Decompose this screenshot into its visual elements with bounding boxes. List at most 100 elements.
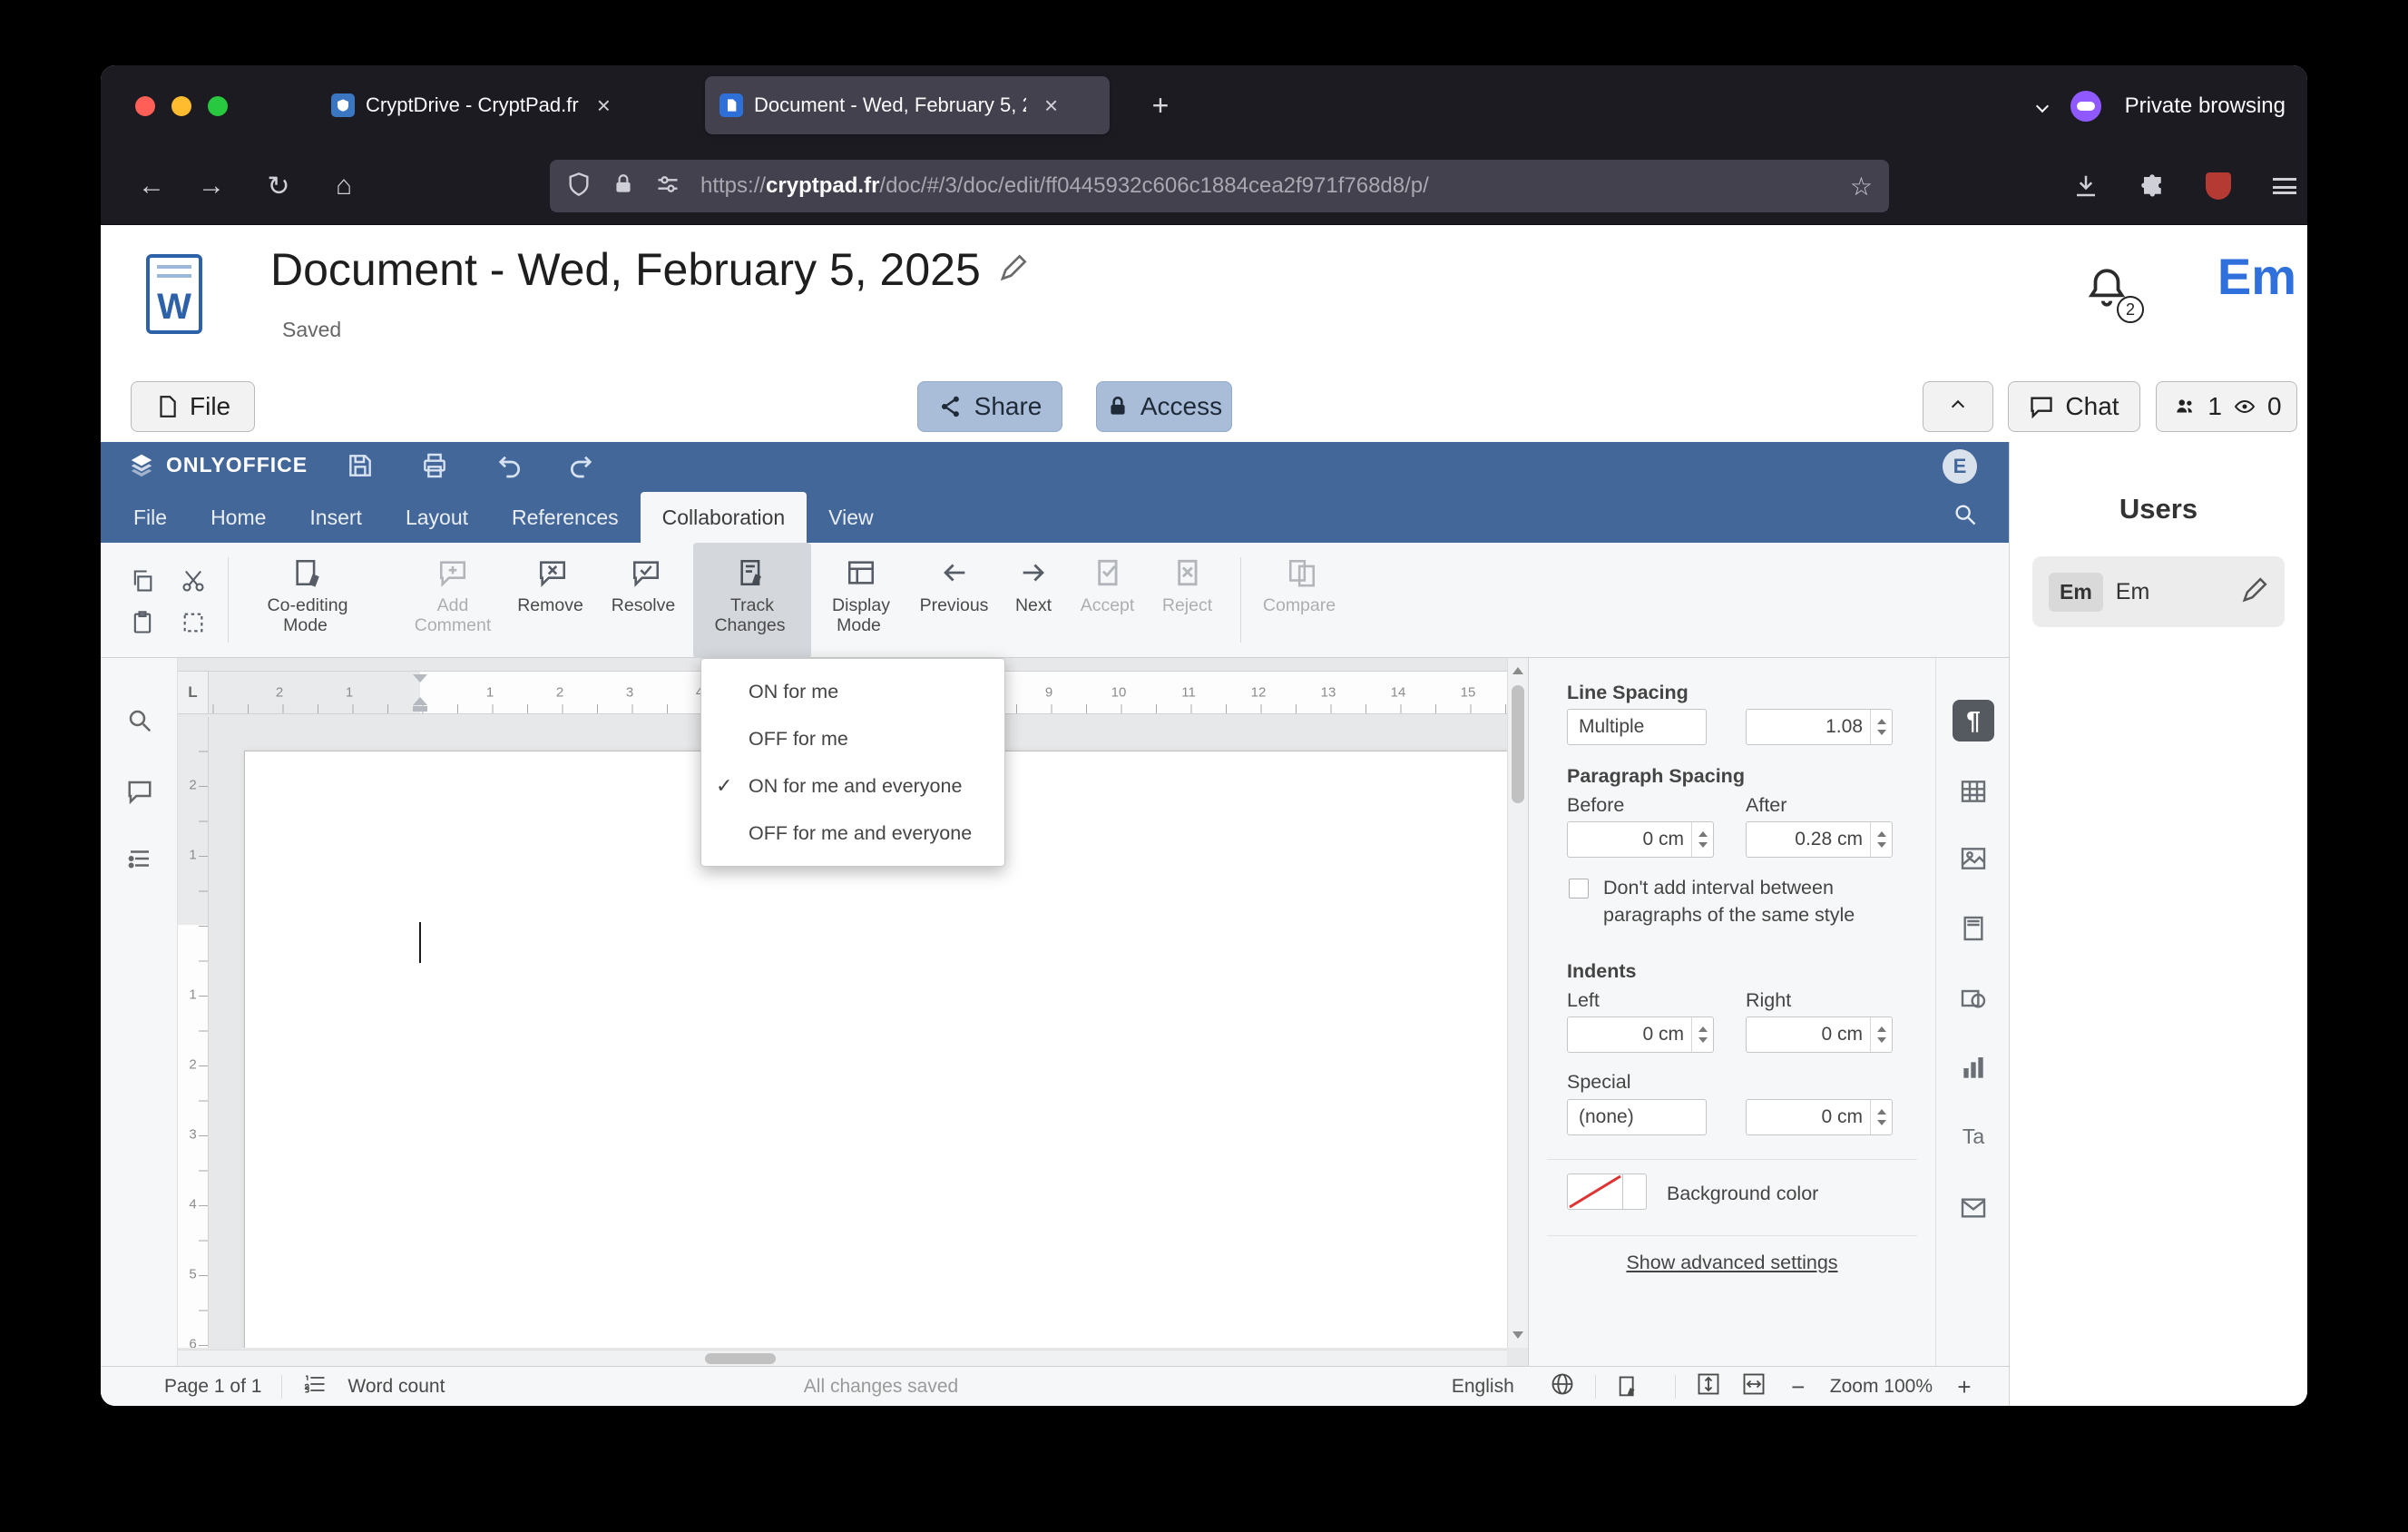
special-select[interactable]: (none) <box>1567 1099 1707 1135</box>
text-art-settings-icon[interactable] <box>1953 1115 1994 1157</box>
fit-page-icon[interactable] <box>1696 1371 1721 1402</box>
remove-button[interactable]: Remove <box>507 543 598 658</box>
extensions-icon[interactable] <box>2132 165 2174 207</box>
account-avatar[interactable]: Em <box>2217 247 2296 306</box>
menu-tab-view[interactable]: View <box>807 492 895 543</box>
menu-tab-insert[interactable]: Insert <box>288 492 384 543</box>
left-indent-marker[interactable] <box>413 706 427 712</box>
page-indicator[interactable]: Page 1 of 1 <box>164 1376 261 1398</box>
language-selector[interactable]: English <box>1452 1376 1530 1398</box>
spellcheck-globe-icon[interactable] <box>1550 1371 1575 1402</box>
zoom-in-button[interactable] <box>1953 1375 1976 1399</box>
navigation-panel-icon[interactable] <box>121 840 159 878</box>
spinner-arrows[interactable] <box>1870 1100 1892 1134</box>
share-button[interactable]: Share <box>917 381 1062 432</box>
menu-item-off-for-everyone[interactable]: OFF for me and everyone <box>701 810 1004 857</box>
comments-panel-icon[interactable] <box>121 772 159 810</box>
coediting-mode-button[interactable]: Co-editing Mode <box>244 543 371 658</box>
paragraph-settings-icon[interactable] <box>1953 700 1994 741</box>
resolve-button[interactable]: Resolve <box>598 543 693 658</box>
word-count-label[interactable]: Word count <box>347 1376 445 1398</box>
interval-checkbox[interactable] <box>1569 879 1589 899</box>
menu-tab-layout[interactable]: Layout <box>384 492 490 543</box>
forward-button[interactable]: → <box>191 165 232 207</box>
new-tab-button[interactable]: + <box>1140 85 1180 125</box>
lock-icon[interactable] <box>612 172 635 201</box>
scroll-up-arrow[interactable] <box>1510 662 1526 680</box>
editor-search-icon[interactable] <box>1953 502 1978 532</box>
special-amount-input[interactable]: 0 cm <box>1746 1099 1893 1135</box>
zoom-level[interactable]: Zoom 100% <box>1830 1376 1933 1398</box>
edit-name-pencil-icon[interactable] <box>2241 576 2268 608</box>
rename-pencil-icon[interactable] <box>999 253 1028 287</box>
macos-close-button[interactable] <box>135 96 155 116</box>
accept-button[interactable]: Accept <box>1070 543 1150 658</box>
vertical-scroll-thumb[interactable] <box>1512 685 1524 803</box>
track-changes-button[interactable]: Track Changes <box>693 543 811 658</box>
table-settings-icon[interactable] <box>1953 771 1994 812</box>
spacing-after-input[interactable]: 0.28 cm <box>1746 821 1893 858</box>
back-button[interactable]: ← <box>131 165 172 207</box>
background-color-dropdown[interactable] <box>1623 1174 1647 1210</box>
url-bar[interactable]: https://cryptpad.fr/doc/#/3/doc/edit/ff0… <box>550 160 1889 212</box>
access-button[interactable]: Access <box>1096 381 1232 432</box>
permissions-icon[interactable] <box>655 172 680 201</box>
tab-cryptdrive[interactable]: CryptDrive - CryptPad.fr × <box>317 76 690 134</box>
downloads-icon[interactable] <box>2065 165 2107 207</box>
add-comment-button[interactable]: Add Comment <box>398 543 507 658</box>
menu-tab-home[interactable]: Home <box>189 492 288 543</box>
spinner-arrows[interactable] <box>1870 1017 1892 1052</box>
shield-icon[interactable] <box>566 172 592 201</box>
fit-width-icon[interactable] <box>1741 1371 1767 1402</box>
display-mode-button[interactable]: Display Mode <box>811 543 911 658</box>
image-settings-icon[interactable] <box>1953 838 1994 879</box>
paste-icon[interactable] <box>124 604 161 641</box>
track-changes-toggle[interactable] <box>1616 1374 1655 1399</box>
advanced-settings-link[interactable]: Show advanced settings <box>1529 1252 1935 1274</box>
tab-document[interactable]: Document - Wed, February 5, 2 × <box>705 76 1110 134</box>
list-all-tabs-icon[interactable] <box>2035 99 2049 113</box>
file-button[interactable]: File <box>131 381 256 432</box>
print-button[interactable] <box>420 451 451 482</box>
menu-item-on-for-me[interactable]: ON for me <box>701 668 1004 715</box>
line-spacing-amount-input[interactable]: 1.08 <box>1746 709 1893 745</box>
spinner-arrows[interactable] <box>1691 1017 1713 1052</box>
menu-tab-references[interactable]: References <box>490 492 641 543</box>
horizontal-scrollbar[interactable] <box>178 1350 1507 1366</box>
spinner-arrows[interactable] <box>1870 710 1892 744</box>
background-color-swatch[interactable] <box>1567 1174 1623 1210</box>
copy-icon[interactable] <box>124 563 161 599</box>
spacing-before-input[interactable]: 0 cm <box>1567 821 1714 858</box>
menu-tab-file[interactable]: File <box>112 492 189 543</box>
chat-button[interactable]: Chat <box>2008 381 2140 432</box>
user-list-item[interactable]: Em Em <box>2032 556 2285 627</box>
save-button[interactable] <box>346 451 377 482</box>
ublock-icon[interactable] <box>2198 165 2239 207</box>
tab-stop-selector[interactable]: L <box>178 672 209 713</box>
reject-button[interactable]: Reject <box>1150 543 1229 658</box>
macos-minimize-button[interactable] <box>171 96 191 116</box>
indent-right-input[interactable]: 0 cm <box>1746 1016 1893 1053</box>
reload-button[interactable]: ↻ <box>258 165 299 207</box>
spinner-arrows[interactable] <box>1691 822 1713 857</box>
menu-icon[interactable] <box>2264 165 2305 207</box>
cut-icon[interactable] <box>175 563 211 599</box>
chart-settings-icon[interactable] <box>1953 1047 1994 1089</box>
menu-item-on-for-everyone[interactable]: ON for me and everyone <box>701 762 1004 810</box>
horizontal-scroll-thumb[interactable] <box>705 1353 776 1364</box>
home-button[interactable]: ⌂ <box>323 165 365 207</box>
compare-button[interactable]: Compare <box>1254 543 1349 658</box>
zoom-out-button[interactable] <box>1786 1375 1810 1399</box>
spinner-arrows[interactable] <box>1870 822 1892 857</box>
bookmark-star-icon[interactable]: ☆ <box>1850 172 1873 201</box>
redo-button[interactable] <box>567 451 598 482</box>
line-spacing-select[interactable]: Multiple <box>1567 709 1707 745</box>
first-line-indent-marker[interactable] <box>413 674 427 683</box>
select-all-icon[interactable] <box>175 604 211 641</box>
collapse-toolbar-button[interactable] <box>1923 381 1993 432</box>
hanging-indent-marker[interactable] <box>413 697 427 705</box>
menu-tab-collaboration[interactable]: Collaboration <box>640 492 808 543</box>
header-footer-settings-icon[interactable] <box>1953 908 1994 949</box>
presence-indicator[interactable]: 1 0 <box>2156 381 2297 432</box>
undo-button[interactable] <box>494 451 525 482</box>
